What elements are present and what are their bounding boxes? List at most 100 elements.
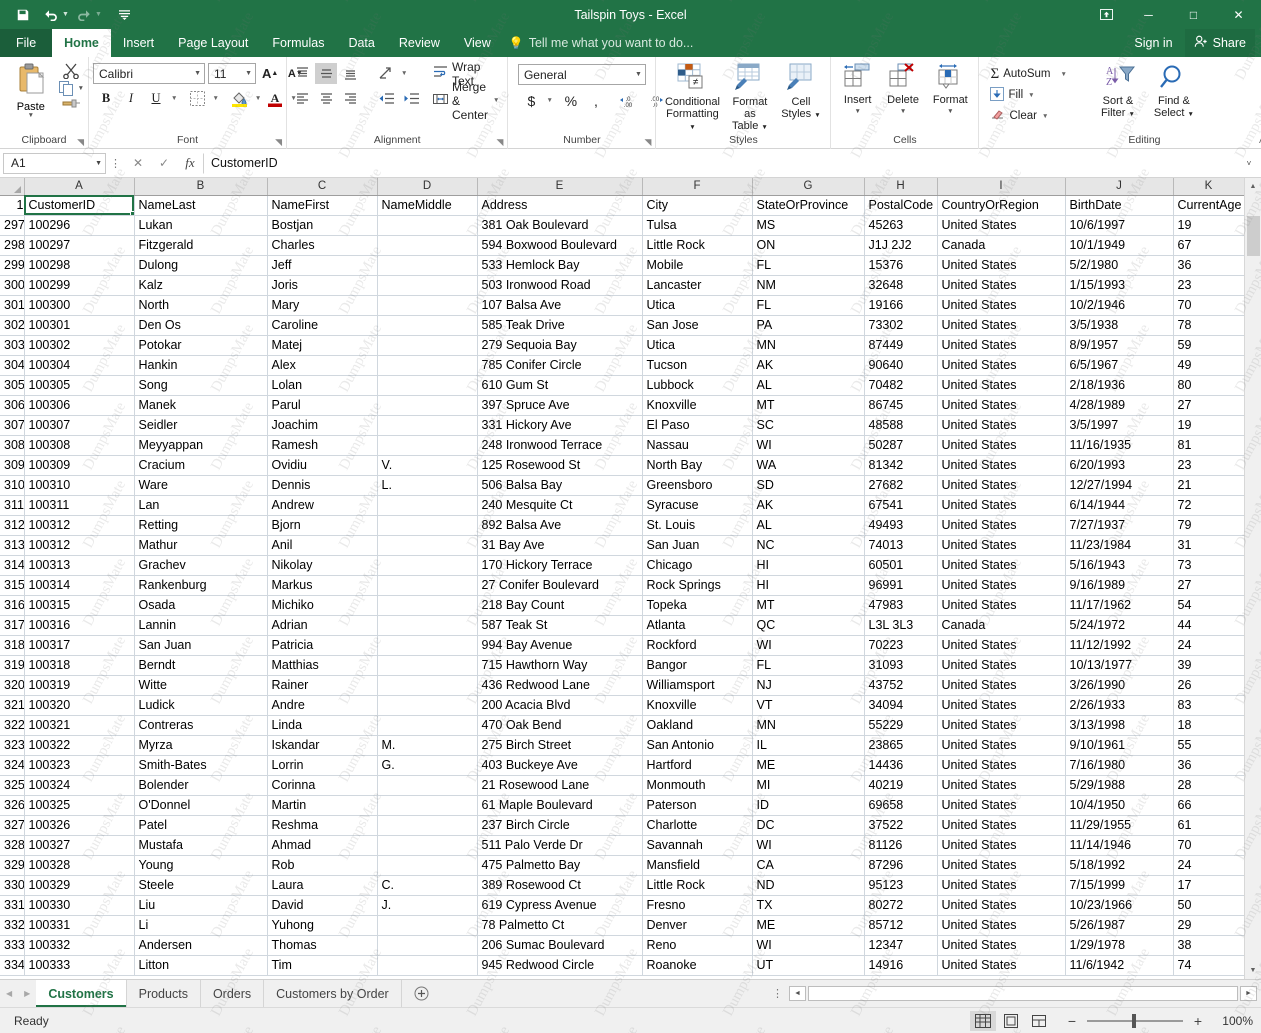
cell-F322[interactable]: Oakland [642, 715, 752, 735]
clipboard-dialog-launcher-icon[interactable]: ◥ [77, 137, 84, 148]
cell-header-B[interactable]: NameLast [134, 195, 267, 215]
horizontal-scrollbar[interactable]: ◄ ► [789, 980, 1261, 1007]
grid-viewport[interactable]: ABCDEFGHIJK 1CustomerIDNameLastNameFirst… [0, 178, 1244, 979]
cell-E334[interactable]: 945 Redwood Circle [477, 955, 642, 975]
tab-home[interactable]: Home [52, 29, 111, 57]
cell-K315[interactable]: 27 [1173, 575, 1244, 595]
align-right-icon[interactable] [339, 88, 361, 109]
save-icon[interactable] [10, 3, 36, 27]
row-header-297[interactable]: 297 [0, 215, 24, 235]
cell-I331[interactable]: United States [937, 895, 1065, 915]
cell-J301[interactable]: 10/2/1946 [1065, 295, 1173, 315]
cell-F303[interactable]: Utica [642, 335, 752, 355]
row-header-334[interactable]: 334 [0, 955, 24, 975]
cell-C327[interactable]: Reshma [267, 815, 377, 835]
cell-J310[interactable]: 12/27/1994 [1065, 475, 1173, 495]
cell-E301[interactable]: 107 Balsa Ave [477, 295, 642, 315]
page-break-preview-icon[interactable] [1026, 1011, 1052, 1031]
cell-C319[interactable]: Matthias [267, 655, 377, 675]
cell-K311[interactable]: 72 [1173, 495, 1244, 515]
cell-B331[interactable]: Liu [134, 895, 267, 915]
cell-H300[interactable]: 32648 [864, 275, 937, 295]
row-header-302[interactable]: 302 [0, 315, 24, 335]
row-header-308[interactable]: 308 [0, 435, 24, 455]
share-button[interactable]: Share [1185, 29, 1255, 57]
cell-I307[interactable]: United States [937, 415, 1065, 435]
merge-center-dropdown-icon[interactable]: ▼ [493, 97, 499, 104]
font-size-dropdown-icon[interactable]: ▼ [245, 70, 252, 77]
fill-color-icon[interactable] [228, 88, 251, 109]
column-header-H[interactable]: H [864, 178, 937, 195]
cell-D310[interactable]: L. [377, 475, 477, 495]
cell-K328[interactable]: 70 [1173, 835, 1244, 855]
cell-A333[interactable]: 100332 [24, 935, 134, 955]
cell-G297[interactable]: MS [752, 215, 864, 235]
cell-G334[interactable]: UT [752, 955, 864, 975]
cell-E302[interactable]: 585 Teak Drive [477, 315, 642, 335]
cell-C325[interactable]: Corinna [267, 775, 377, 795]
underline-dropdown-icon[interactable]: ▼ [171, 95, 177, 102]
cell-C315[interactable]: Markus [267, 575, 377, 595]
cell-I304[interactable]: United States [937, 355, 1065, 375]
cell-header-K[interactable]: CurrentAge [1173, 195, 1244, 215]
cell-C316[interactable]: Michiko [267, 595, 377, 615]
cell-E304[interactable]: 785 Conifer Circle [477, 355, 642, 375]
cell-B303[interactable]: Potokar [134, 335, 267, 355]
cell-C312[interactable]: Bjorn [267, 515, 377, 535]
cell-H312[interactable]: 49493 [864, 515, 937, 535]
find-select-button[interactable]: Find & Select ▼ [1148, 62, 1200, 121]
cell-F315[interactable]: Rock Springs [642, 575, 752, 595]
cell-B314[interactable]: Grachev [134, 555, 267, 575]
format-painter-icon[interactable] [58, 97, 84, 111]
cell-C322[interactable]: Linda [267, 715, 377, 735]
number-format-dropdown-icon[interactable]: ▼ [635, 71, 642, 78]
sheet-tab-orders[interactable]: Orders [201, 980, 264, 1007]
cell-H302[interactable]: 73302 [864, 315, 937, 335]
scroll-down-button[interactable]: ▼ [1245, 962, 1261, 979]
fill-color-dropdown-icon[interactable]: ▼ [255, 95, 261, 102]
cell-G303[interactable]: MN [752, 335, 864, 355]
cell-A330[interactable]: 100329 [24, 875, 134, 895]
row-header-300[interactable]: 300 [0, 275, 24, 295]
cell-I319[interactable]: United States [937, 655, 1065, 675]
cell-header-H[interactable]: PostalCode [864, 195, 937, 215]
undo-dropdown-icon[interactable]: ▼ [62, 11, 69, 18]
customize-quick-access-toolbar-icon[interactable] [112, 3, 138, 27]
cell-K305[interactable]: 80 [1173, 375, 1244, 395]
cell-H328[interactable]: 81126 [864, 835, 937, 855]
column-header-J[interactable]: J [1065, 178, 1173, 195]
cell-G305[interactable]: AL [752, 375, 864, 395]
cell-K301[interactable]: 70 [1173, 295, 1244, 315]
cell-D320[interactable] [377, 675, 477, 695]
cell-C330[interactable]: Laura [267, 875, 377, 895]
cell-header-C[interactable]: NameFirst [267, 195, 377, 215]
cell-I314[interactable]: United States [937, 555, 1065, 575]
cell-I303[interactable]: United States [937, 335, 1065, 355]
cell-C326[interactable]: Martin [267, 795, 377, 815]
cell-G302[interactable]: PA [752, 315, 864, 335]
cell-E311[interactable]: 240 Mesquite Ct [477, 495, 642, 515]
cell-K317[interactable]: 44 [1173, 615, 1244, 635]
cell-J321[interactable]: 2/26/1933 [1065, 695, 1173, 715]
cell-H333[interactable]: 12347 [864, 935, 937, 955]
cell-K297[interactable]: 19 [1173, 215, 1244, 235]
increase-indent-icon[interactable] [400, 88, 423, 109]
cell-C306[interactable]: Parul [267, 395, 377, 415]
cell-D297[interactable] [377, 215, 477, 235]
cell-K327[interactable]: 61 [1173, 815, 1244, 835]
cell-header-I[interactable]: CountryOrRegion [937, 195, 1065, 215]
cell-J307[interactable]: 3/5/1997 [1065, 415, 1173, 435]
row-header-329[interactable]: 329 [0, 855, 24, 875]
cell-G307[interactable]: SC [752, 415, 864, 435]
cell-J312[interactable]: 7/27/1937 [1065, 515, 1173, 535]
align-middle-icon[interactable] [315, 63, 337, 84]
cell-F301[interactable]: Utica [642, 295, 752, 315]
column-header-I[interactable]: I [937, 178, 1065, 195]
align-top-icon[interactable] [291, 63, 313, 84]
row-header-305[interactable]: 305 [0, 375, 24, 395]
cell-D326[interactable] [377, 795, 477, 815]
cell-F317[interactable]: Atlanta [642, 615, 752, 635]
cell-G327[interactable]: DC [752, 815, 864, 835]
cell-E314[interactable]: 170 Hickory Terrace [477, 555, 642, 575]
cell-B315[interactable]: Rankenburg [134, 575, 267, 595]
